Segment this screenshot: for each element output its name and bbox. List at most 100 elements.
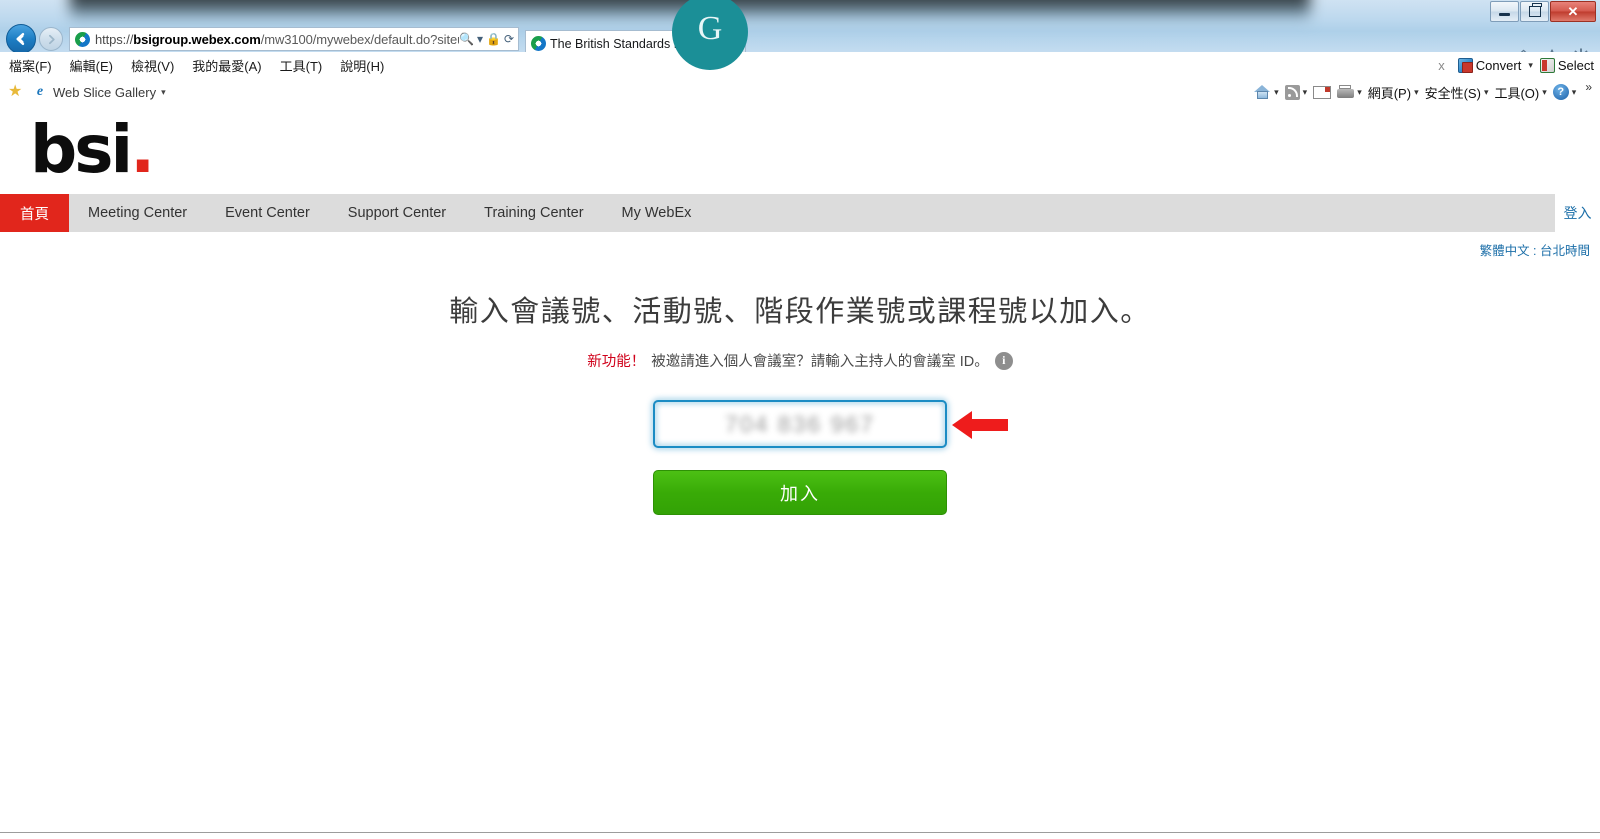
nav-home-label: 首頁 xyxy=(20,206,49,223)
convert-label: Convert xyxy=(1475,57,1522,73)
favorites-bar: ★ e Web Slice Gallery ▾ ▾ ▾ ▾ 網頁(P) ▾ 安全… xyxy=(0,78,1600,107)
forward-arrow-icon xyxy=(48,34,55,44)
safety-chevron-down-icon[interactable]: ▾ xyxy=(1484,87,1489,98)
browser-navigation-row: https://bsigroup.webex.com/mw3100/mywebe… xyxy=(0,0,1600,70)
bsi-logo-text: bsi xyxy=(30,111,133,188)
nav-event-center-label: Event Center xyxy=(225,205,310,221)
nav-support-center-label: Support Center xyxy=(347,205,447,221)
login-label: 登入 xyxy=(1563,205,1592,221)
window-controls: ✕ xyxy=(1489,1,1596,22)
chevron-down-icon[interactable]: ▾ xyxy=(477,32,483,46)
menu-item-file[interactable]: 檔案(F) xyxy=(0,56,61,75)
favorites-star-icon[interactable]: ★ xyxy=(8,84,24,100)
back-button[interactable] xyxy=(6,24,36,54)
menu-item-tools[interactable]: 工具(T) xyxy=(271,56,332,75)
refresh-icon[interactable]: ⟳ xyxy=(504,32,514,46)
feeds-chevron-down-icon[interactable]: ▾ xyxy=(1303,87,1308,98)
url-domain: bsigroup.webex.com xyxy=(133,31,261,47)
menu-item-edit[interactable]: 編輯(E) xyxy=(61,56,122,75)
command-mail-button[interactable] xyxy=(1313,85,1332,99)
menu-item-favorites[interactable]: 我的最愛(A) xyxy=(183,56,270,75)
language-timezone-row: 繁體中文 : 台北時間 xyxy=(0,232,1600,266)
address-bar-url: https://bsigroup.webex.com/mw3100/mywebe… xyxy=(95,32,459,47)
page-title: 輸入會議號、活動號、階段作業號或課程號以加入。 xyxy=(449,296,1151,328)
home-icon xyxy=(1254,84,1271,100)
nav-item-my-webex[interactable]: My WebEx xyxy=(603,194,711,232)
bsi-logo[interactable]: bsi. xyxy=(30,117,155,183)
nav-my-webex-label: My WebEx xyxy=(621,205,692,221)
tools-menu-label: 工具(O) xyxy=(1494,85,1540,101)
page-content: bsi. 首頁 Meeting Center Event Center Supp… xyxy=(0,106,1600,833)
convert-chevron-down-icon[interactable]: ▾ xyxy=(1528,60,1533,71)
select-button[interactable]: Select xyxy=(1539,57,1594,73)
forward-button[interactable] xyxy=(39,27,63,51)
subtitle-text: 被邀請進入個人會議室？請輸入主持人的會議室 ID。 xyxy=(651,354,989,370)
red-arrow-annotation-icon xyxy=(952,411,1008,439)
safety-menu-label: 安全性(S) xyxy=(1424,85,1481,101)
page-chevron-down-icon[interactable]: ▾ xyxy=(1414,87,1419,98)
menu-item-view[interactable]: 檢視(V) xyxy=(122,56,183,75)
login-button[interactable]: 登入 xyxy=(1555,194,1600,232)
command-safety-menu[interactable]: 安全性(S) ▾ xyxy=(1425,83,1489,102)
help-chevron-down-icon[interactable]: ▾ xyxy=(1572,87,1577,98)
lock-icon: 🔒 xyxy=(485,32,501,46)
tools-chevron-down-icon[interactable]: ▾ xyxy=(1542,87,1547,98)
command-home-button[interactable]: ▾ xyxy=(1254,84,1279,100)
info-icon[interactable]: i xyxy=(994,351,1013,370)
minimize-icon xyxy=(1499,13,1510,16)
printer-icon xyxy=(1337,85,1355,99)
internet-explorer-icon: e xyxy=(36,84,44,99)
command-tools-menu[interactable]: 工具(O) ▾ xyxy=(1494,83,1546,102)
minimize-button[interactable] xyxy=(1490,1,1519,22)
nav-item-meeting-center[interactable]: Meeting Center xyxy=(69,194,206,232)
convert-button[interactable]: Convert xyxy=(1457,57,1522,73)
nav-item-home[interactable]: 首頁 xyxy=(0,194,69,232)
restore-icon xyxy=(1528,3,1542,17)
nav-item-support-center[interactable]: Support Center xyxy=(329,194,465,232)
print-chevron-down-icon[interactable]: ▾ xyxy=(1357,87,1362,98)
command-feeds-button[interactable]: ▾ xyxy=(1284,84,1308,100)
mail-icon xyxy=(1313,85,1332,99)
page-subtitle: 新功能！ 被邀請進入個人會議室？請輸入主持人的會議室 ID。 i xyxy=(0,350,1600,371)
search-icon[interactable]: 🔍 xyxy=(459,32,474,46)
web-slice-gallery-link[interactable]: Web Slice Gallery xyxy=(53,85,156,100)
address-bar[interactable]: https://bsigroup.webex.com/mw3100/mywebe… xyxy=(69,27,519,51)
page-bottom-divider xyxy=(0,832,1600,833)
join-button[interactable]: 加入 xyxy=(653,470,947,515)
close-button[interactable]: ✕ xyxy=(1550,1,1596,22)
join-button-row: 加入 xyxy=(0,470,1600,515)
tab-favicon-icon xyxy=(531,36,546,51)
menu-bar: 檔案(F) 編輯(E) 檢視(V) 我的最愛(A) 工具(T) 說明(H) x … xyxy=(0,52,1600,79)
web-slice-chevron-down-icon[interactable]: ▾ xyxy=(161,87,166,98)
address-bar-icons: 🔍 ▾ 🔒 ⟳ xyxy=(459,32,518,46)
meeting-number-input[interactable] xyxy=(653,400,947,448)
meeting-number-row xyxy=(0,400,1600,448)
select-label: Select xyxy=(1557,57,1594,73)
command-print-button[interactable]: ▾ xyxy=(1337,85,1362,99)
nav-meeting-center-label: Meeting Center xyxy=(88,205,188,221)
command-page-menu[interactable]: 網頁(P) ▾ xyxy=(1368,83,1419,102)
command-bar-overflow-icon[interactable]: » xyxy=(1585,80,1592,94)
command-help-menu[interactable]: ? ▾ xyxy=(1552,84,1577,100)
close-icon: ✕ xyxy=(1567,3,1579,19)
rss-feed-icon xyxy=(1284,84,1300,100)
restore-button[interactable] xyxy=(1520,1,1549,22)
menu-item-help[interactable]: 說明(H) xyxy=(331,56,393,75)
browser-window: ✕ https://bsigroup.webex.com/mw3100/mywe… xyxy=(0,0,1600,839)
adobe-toolbar-close-icon[interactable]: x xyxy=(1432,58,1451,73)
nav-item-training-center[interactable]: Training Center xyxy=(465,194,602,232)
new-feature-badge: 新功能！ xyxy=(587,354,646,370)
back-arrow-icon xyxy=(16,33,25,45)
adobe-pdf-toolbar: x Convert ▾ Select xyxy=(1432,52,1594,78)
nav-item-event-center[interactable]: Event Center xyxy=(206,194,329,232)
home-chevron-down-icon[interactable]: ▾ xyxy=(1274,87,1279,98)
language-timezone-link[interactable]: 繁體中文 : 台北時間 xyxy=(1480,240,1590,259)
pdf-convert-icon xyxy=(1457,57,1473,73)
site-favicon-icon xyxy=(75,31,90,47)
join-meeting-section: 輸入會議號、活動號、階段作業號或課程號以加入。 新功能！ 被邀請進入個人會議室？… xyxy=(0,266,1600,515)
page-menu-label: 網頁(P) xyxy=(1367,85,1412,101)
site-navigation-bar: 首頁 Meeting Center Event Center Support C… xyxy=(0,194,1600,232)
pdf-select-icon xyxy=(1539,57,1555,73)
site-header: bsi. xyxy=(0,106,1600,194)
command-bar: ▾ ▾ ▾ 網頁(P) ▾ 安全性(S) ▾ 工具(O) ▾ ? ▾ » xyxy=(1254,78,1592,106)
